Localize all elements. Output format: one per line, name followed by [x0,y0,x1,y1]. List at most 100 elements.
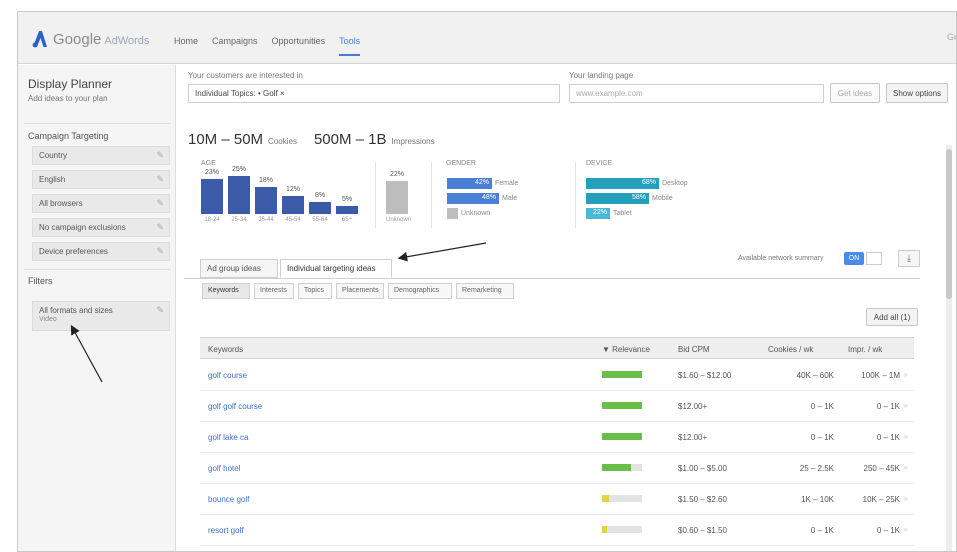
filter-formats[interactable]: All formats and sizes Video ✎ [32,301,170,331]
age-bar-category: 35-44 [258,217,274,223]
impressions-label: Impressions [391,137,435,146]
subtab-remarketing[interactable]: Remarketing [456,283,514,299]
tab-underline [184,278,920,279]
keyword-link[interactable]: bounce golf [208,495,249,504]
col-cookies[interactable]: Cookies / wk [768,345,813,354]
relevance-fill [602,433,642,440]
impressions-range: 10K – 25K [862,495,900,504]
targeting-devices[interactable]: Device preferences ✎ [32,242,170,261]
adwords-logo[interactable]: Google AdWords [32,29,149,49]
device-bar-value: 58% [631,194,646,201]
app-window: Google AdWords Home Campaigns Opportuniti… [17,11,957,552]
add-row-icon[interactable]: » [904,370,908,379]
logo-sub-text: AdWords [104,34,150,47]
targeting-location[interactable]: Country ✎ [32,146,170,165]
tab-individual-targeting[interactable]: Individual targeting ideas [280,259,392,278]
targeting-exclusions-label: No campaign exclusions [39,223,126,232]
targeting-language[interactable]: English ✎ [32,170,170,189]
table-row[interactable]: bounce golf $1.50 – $2.60 1K – 10K 10K – 25… [200,484,914,515]
relevance-meter [602,402,642,409]
age-chart-title: AGE [201,160,216,167]
subtab-keywords[interactable]: Keywords [202,283,250,299]
device-bar-label: Desktop [662,180,688,187]
keyword-link[interactable]: golf course [208,371,247,380]
edit-pencil-icon: ✎ [156,150,164,160]
cookies-label: Cookies [268,137,297,146]
cookies-range: 1K – 10K [801,495,834,504]
nav-home[interactable]: Home [174,36,198,56]
subtab-topics[interactable]: Topics [298,283,332,299]
age-bar-category: 55-64 [312,217,328,223]
col-impressions[interactable]: Impr. / wk [848,345,882,354]
subtab-interests[interactable]: Interests [254,283,294,299]
show-options-button[interactable]: Show options [886,83,948,103]
scrollbar-thumb[interactable] [946,149,952,299]
keyword-link[interactable]: golf hotel [208,464,240,473]
gender-bar-value: 48% [481,194,496,201]
table-row[interactable]: golf course $1.60 – $12.00 40K – 60K 100K –… [200,360,914,391]
network-summary-toggle[interactable]: ON [844,252,864,265]
landing-page-input[interactable]: www.example.com [569,84,824,103]
cookies-range: 0 – 1K [810,402,834,411]
age-bar-category: 65+ [341,217,353,223]
device-bar-value: 68% [641,179,656,186]
age-bar-category: 18-24 [204,217,220,223]
gender-bar [447,208,458,219]
chart-separator [375,162,376,228]
age-bar [282,196,304,214]
gender-bar-value: 42% [474,179,489,186]
nav-tools[interactable]: Tools [339,36,361,56]
table-row[interactable]: resort golf $0.60 – $1.50 0 – 1K 0 – 1K » [200,515,914,546]
age-bar-value: 5% [341,196,353,203]
edit-pencil-icon: ✎ [156,246,164,256]
targeting-exclusions[interactable]: No campaign exclusions ✎ [32,218,170,237]
relevance-fill [602,402,642,409]
gender-chart-title: GENDER [446,160,476,167]
top-bar: Google AdWords Home Campaigns Opportuniti… [18,12,956,64]
keyword-link[interactable]: resort golf [208,526,244,535]
bid-cpm: $1.00 – $5.00 [678,464,727,473]
gender-bar-label: Male [502,195,518,202]
scrollbar[interactable] [946,145,952,551]
table-row[interactable]: golf hotel $1.00 – $5.00 25 – 2.5K 250 – 45… [200,453,914,484]
tab-ad-group-ideas[interactable]: Ad group ideas [200,259,278,278]
age-bar-value: 23% [204,169,219,176]
nav-campaigns[interactable]: Campaigns [212,36,258,56]
keyword-link[interactable]: golf lake ca [208,433,248,442]
col-relevance[interactable]: ▼ Relevance [602,345,650,354]
subtab-demographics[interactable]: Demographics [388,283,452,299]
add-row-icon[interactable]: » [904,432,908,441]
targeting-devices-label: Device preferences [39,247,108,256]
bid-cpm: $12.00+ [678,433,708,442]
age-bar [228,176,250,214]
get-ideas-button[interactable]: Get ideas [830,83,880,103]
user-menu[interactable]: Gi [947,32,956,42]
targeting-browsers[interactable]: All browsers ✎ [32,194,170,213]
add-all-button[interactable]: Add all (1) [866,308,918,326]
col-keywords[interactable]: Keywords [208,345,243,354]
nav-opportunities[interactable]: Opportunities [272,36,326,56]
age-unknown-category: Unknown [386,217,412,223]
add-row-icon[interactable]: » [904,401,908,410]
keyword-link[interactable]: golf golf course [208,402,262,411]
targeting-language-label: English [39,175,66,184]
relevance-fill [602,464,631,471]
add-row-icon[interactable]: » [904,525,908,534]
impressions-range: 100K – 1M [861,371,900,380]
table-row[interactable]: golf golf course $12.00+ 0 – 1K 0 – 1K » [200,391,914,422]
add-row-icon[interactable]: » [904,494,908,503]
impressions-range: 0 – 1K [876,526,900,535]
edit-pencil-icon: ✎ [156,222,164,232]
toggle-off-side[interactable] [866,252,882,265]
age-unknown-value: 22% [389,171,404,178]
table-row[interactable]: golf lake ca $12.00+ 0 – 1K 0 – 1K » [200,422,914,453]
col-bid-cpm[interactable]: Bid CPM [678,345,710,354]
divider [24,269,170,270]
interest-input[interactable]: Individual Topics: • Golf × [188,84,560,103]
divider [24,123,170,124]
add-row-icon[interactable]: » [904,463,908,472]
subtab-placements[interactable]: Placements [336,283,384,299]
planner-subtitle: Add ideas to your plan [28,94,108,103]
download-icon[interactable]: ⤓ [898,250,920,267]
cookies-range: 25 – 2.5K [799,464,834,473]
